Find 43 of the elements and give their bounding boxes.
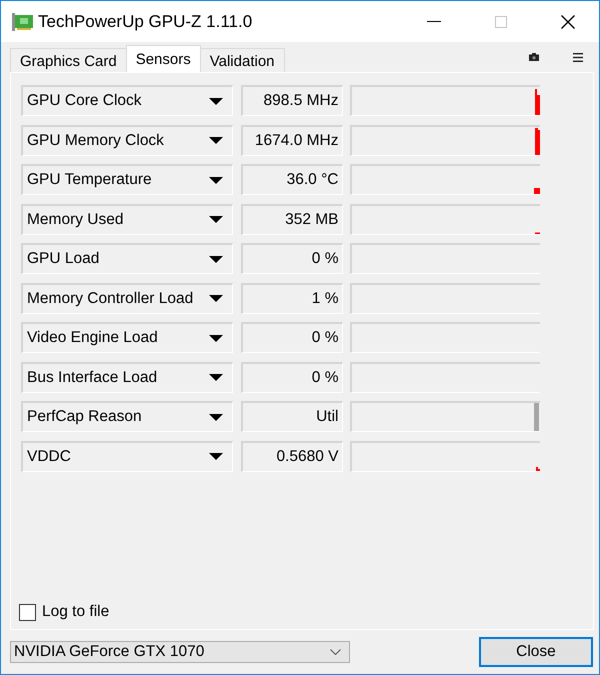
sensor-name-button[interactable]: Memory Controller Load [21,282,233,314]
caret-icon [209,453,223,460]
menu-icon[interactable] [573,52,583,62]
sensor-value: 0 % [240,322,342,353]
sensor-name-button[interactable]: VDDC [21,440,233,472]
sensor-name-button[interactable]: GPU Memory Clock [21,124,233,156]
tab[interactable]: Validation [200,48,285,72]
graphics-card-icon [12,12,33,30]
close-button[interactable]: Close [479,637,593,667]
caret-icon [209,374,223,381]
sensor-value: 36.0 °C [240,164,342,195]
sensor-value: 0 % [240,362,342,392]
tab[interactable]: Graphics Card [10,48,127,72]
caret-icon [209,98,223,104]
device-dropdown[interactable]: NVIDIA GeForce GTX 1070 [10,641,350,663]
close-icon[interactable] [561,14,575,28]
sensor-name-button[interactable]: Bus Interface Load [21,362,233,392]
caret-icon [209,295,223,302]
sensor-value: 898.5 MHz [240,85,342,116]
tab[interactable]: Sensors [126,45,201,72]
caret-icon [209,414,223,420]
sensor-name-button[interactable]: GPU Load [21,243,233,274]
caret-icon [209,334,223,342]
caret-icon [209,137,223,144]
sensor-value: 1674.0 MHz [240,124,342,156]
sensor-value: Util [240,401,342,432]
sensor-value: 352 MB [240,204,342,234]
checkbox[interactable] [19,604,36,620]
sensor-name-button[interactable]: Memory Used [21,204,233,234]
caret-icon [209,216,223,223]
checkbox-label[interactable]: Log to file [42,603,110,621]
sensor-name-button[interactable]: Video Engine Load [21,322,233,353]
sensor-value: 0.5680 V [240,440,342,472]
window-title: TechPowerUp GPU-Z 1.11.0 [38,12,252,32]
camera-icon[interactable] [529,53,539,61]
sensor-value: 1 % [240,282,342,314]
sensor-name-button[interactable]: GPU Temperature [21,164,233,195]
chevron-icon [330,649,341,655]
sensor-name-button[interactable]: GPU Core Clock [21,85,233,116]
sensor-name-button[interactable]: PerfCap Reason [21,401,233,432]
sensor-value: 0 % [240,243,342,274]
caret-icon [209,256,223,262]
caret-icon [209,176,223,184]
